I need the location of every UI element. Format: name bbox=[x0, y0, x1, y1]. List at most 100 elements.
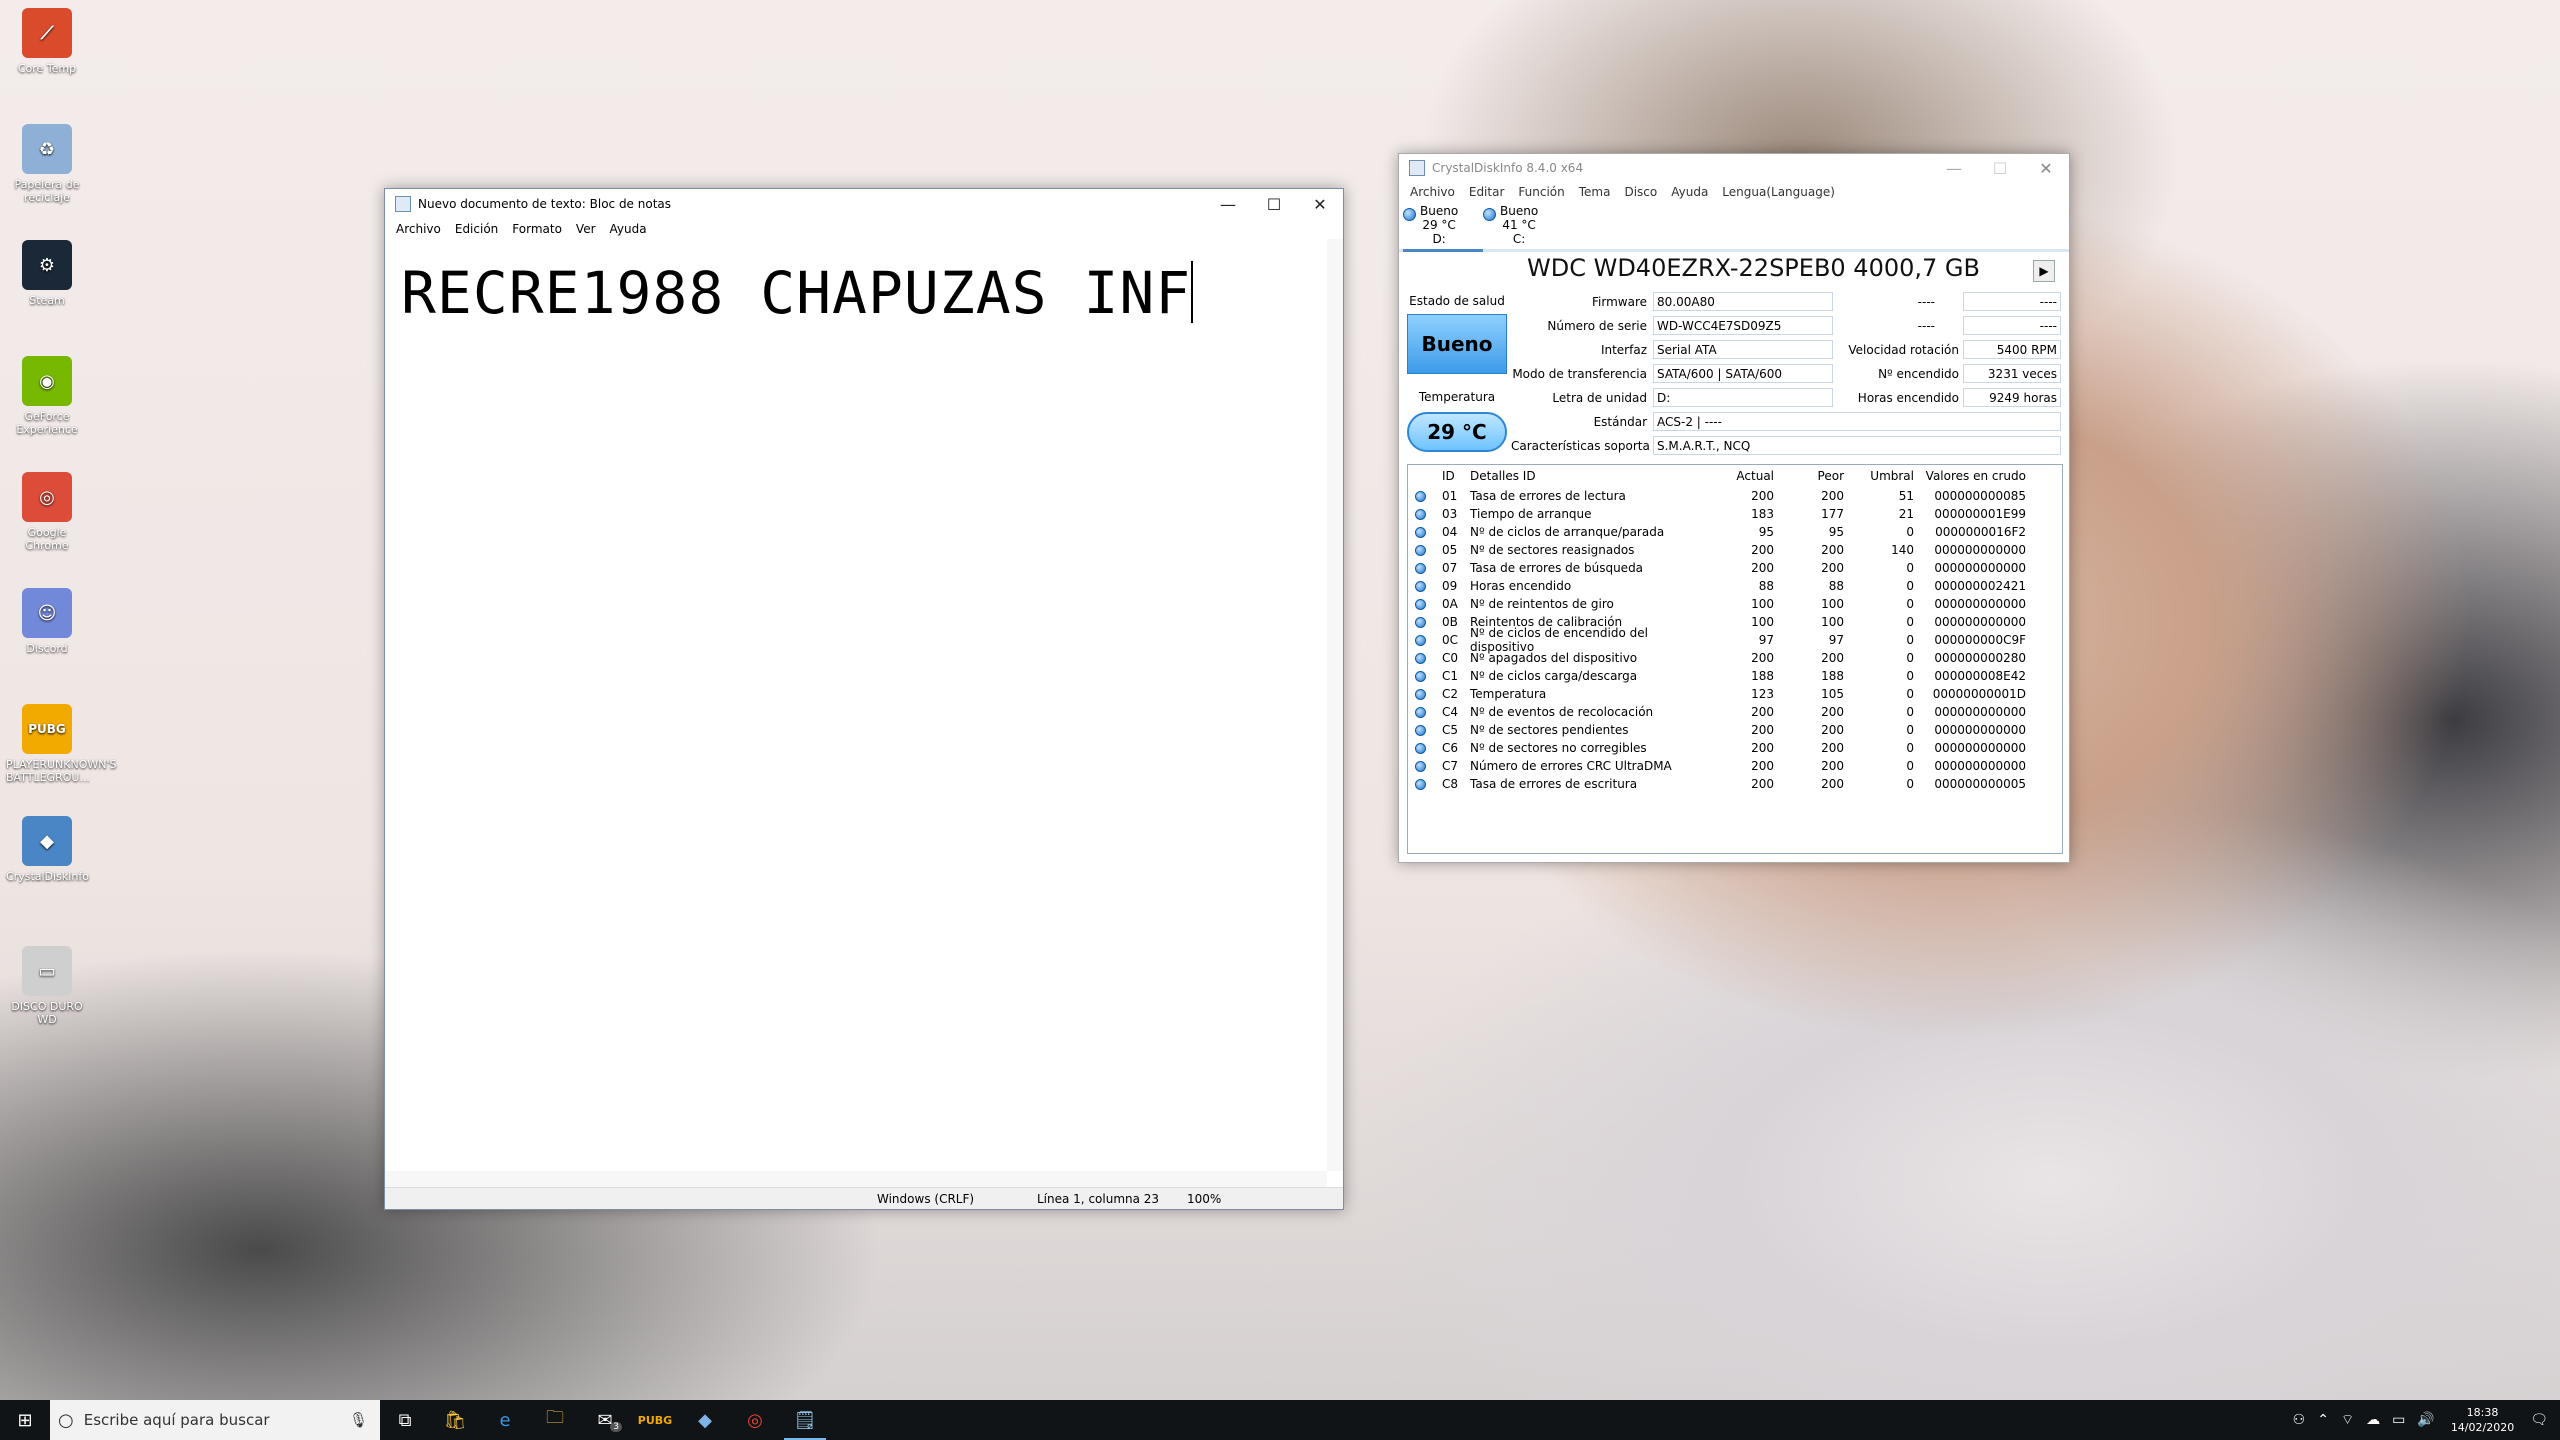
desktop-icon[interactable]: ◎ Google Chrome bbox=[6, 472, 88, 552]
header-current[interactable]: Actual bbox=[1710, 469, 1780, 483]
smart-row[interactable]: C0 Nº apagados del dispositivo 200 200 0 0000… bbox=[1408, 649, 2062, 667]
pubg-taskbar-icon[interactable]: PUBG bbox=[630, 1400, 680, 1440]
cdi-menu-lengua[interactable]: Lengua(Language) bbox=[1715, 185, 1842, 199]
smart-row[interactable]: 09 Horas encendido 88 88 0 000000002421 bbox=[1408, 577, 2062, 595]
cdi-app-icon bbox=[1409, 160, 1425, 176]
header-raw[interactable]: Valores en crudo bbox=[1920, 469, 2040, 483]
cdi-menu-disco[interactable]: Disco bbox=[1617, 185, 1664, 199]
header-worst[interactable]: Peor bbox=[1780, 469, 1850, 483]
desktop-icon[interactable]: ◉ GeForce Experience bbox=[6, 356, 88, 436]
maximize-button[interactable]: ☐ bbox=[1251, 189, 1297, 219]
smart-threshold: 0 bbox=[1906, 705, 1914, 719]
smart-row[interactable]: 03 Tiempo de arranque 183 177 21 000000001E99 bbox=[1408, 505, 2062, 523]
network-icon[interactable]: ⌔ bbox=[2335, 1411, 2360, 1429]
desktop-icon-label: Core Temp bbox=[17, 62, 77, 75]
smart-row[interactable]: 04 Nº de ciclos de arranque/parada 95 95 0 00… bbox=[1408, 523, 2062, 541]
crystaldiskinfo-window: CrystalDiskInfo 8.4.0 x64 — ☐ ✕ Archivo … bbox=[1398, 153, 2070, 863]
header-id[interactable]: ID bbox=[1432, 469, 1462, 483]
smart-row[interactable]: C4 Nº de eventos de recolocación 200 200 0 00… bbox=[1408, 703, 2062, 721]
cdi-maximize-button[interactable]: ☐ bbox=[1977, 153, 2023, 183]
task-view-icon[interactable]: ⧉ bbox=[380, 1400, 430, 1440]
smart-row[interactable]: C8 Tasa de errores de escritura 200 200 0 000… bbox=[1408, 775, 2062, 793]
smart-row[interactable]: 0C Nº de ciclos de encendido del disposit… bbox=[1408, 626, 2062, 654]
notepad-titlebar[interactable]: Nuevo documento de texto: Bloc de notas … bbox=[385, 189, 1343, 219]
cdi-titlebar[interactable]: CrystalDiskInfo 8.4.0 x64 — ☐ ✕ bbox=[1399, 154, 2069, 182]
close-button[interactable]: ✕ bbox=[1297, 189, 1343, 219]
clock[interactable]: 18:38 14/02/2020 bbox=[2441, 1405, 2524, 1435]
smart-row[interactable]: 01 Tasa de errores de lectura 200 200 51 0000… bbox=[1408, 487, 2062, 505]
desktop-icon[interactable]: ▭ DISCO DURO WD bbox=[6, 946, 88, 1026]
edge-icon[interactable]: e bbox=[480, 1400, 530, 1440]
health-status-button[interactable]: Bueno bbox=[1407, 314, 1507, 374]
mail-badge: 3 bbox=[610, 1422, 622, 1432]
cdi-menu-tema[interactable]: Tema bbox=[1572, 185, 1618, 199]
standard-label: Estándar bbox=[1593, 415, 1647, 429]
cdi-menu-ayuda[interactable]: Ayuda bbox=[1664, 185, 1715, 199]
action-center-icon[interactable]: 🗨 bbox=[2524, 1412, 2560, 1428]
crystaldiskinfo-taskbar-icon[interactable]: ◆ bbox=[680, 1400, 730, 1440]
smart-current: 95 bbox=[1758, 525, 1774, 539]
smart-id: 0C bbox=[1442, 633, 1459, 647]
menu-archivo[interactable]: Archivo bbox=[389, 222, 448, 236]
desktop-icon[interactable]: ☺ Discord bbox=[6, 588, 88, 655]
smart-detail: Tasa de errores de escritura bbox=[1470, 777, 1638, 791]
header-details[interactable]: Detalles ID bbox=[1462, 469, 1710, 483]
notepad-taskbar-icon[interactable]: 🗒 bbox=[780, 1400, 830, 1440]
cdi-menu-archivo[interactable]: Archivo bbox=[1403, 185, 1462, 199]
discord-icon: ☺ bbox=[22, 588, 72, 638]
microphone-icon[interactable]: 🎙 bbox=[349, 1411, 380, 1429]
people-icon[interactable]: ⚇ bbox=[2287, 1412, 2312, 1428]
desktop-icon-label: PLAYERUNKNOWN'S BATTLEGROU... bbox=[6, 758, 117, 784]
store-icon[interactable]: 🛍 bbox=[430, 1400, 480, 1440]
smart-row[interactable]: 05 Nº de sectores reasignados 200 200 140 000… bbox=[1408, 541, 2062, 559]
drive-letter-value: D: bbox=[1653, 388, 1833, 407]
menu-edicion[interactable]: Edición bbox=[448, 222, 505, 236]
onedrive-icon[interactable]: ☁ bbox=[2360, 1412, 2386, 1428]
file-explorer-icon[interactable]: 🗀 bbox=[530, 1400, 580, 1440]
smart-row[interactable]: C5 Nº de sectores pendientes 200 200 0 000000… bbox=[1408, 721, 2062, 739]
header-threshold[interactable]: Umbral bbox=[1850, 469, 1920, 483]
smart-row[interactable]: 0A Nº de reintentos de giro 100 100 0 0000000… bbox=[1408, 595, 2062, 613]
smart-row[interactable]: C6 Nº de sectores no corregibles 200 200 0 00… bbox=[1408, 739, 2062, 757]
mail-icon[interactable]: ✉ 3 bbox=[580, 1400, 630, 1440]
drive-tab-c[interactable]: Bueno 41 °C C: bbox=[1483, 202, 1563, 249]
vertical-scrollbar[interactable] bbox=[1327, 239, 1343, 1171]
desktop-icon-label: CrystalDiskInfo bbox=[6, 870, 89, 883]
cdi-menu-funcion[interactable]: Función bbox=[1511, 185, 1571, 199]
smart-detail: Nº de ciclos carga/descarga bbox=[1470, 669, 1638, 683]
smart-detail: Nº de sectores pendientes bbox=[1470, 723, 1629, 737]
menu-ayuda[interactable]: Ayuda bbox=[603, 222, 654, 236]
smart-row[interactable]: C7 Número de errores CRC UltraDMA 200 200 0 0… bbox=[1408, 757, 2062, 775]
smart-threshold: 140 bbox=[1891, 543, 1914, 557]
smart-row[interactable]: C2 Temperatura 123 105 0 00000000001D bbox=[1408, 685, 2062, 703]
start-button[interactable]: ⊞ bbox=[0, 1400, 50, 1440]
smart-threshold: 0 bbox=[1906, 669, 1914, 683]
cdi-close-button[interactable]: ✕ bbox=[2023, 153, 2069, 183]
next-disk-button[interactable]: ▶ bbox=[2033, 260, 2055, 282]
display-icon[interactable]: ▭ bbox=[2386, 1412, 2411, 1428]
desktop-icon-label: Discord bbox=[26, 642, 68, 655]
smart-row[interactable]: 07 Tasa de errores de búsqueda 200 200 0 0000… bbox=[1408, 559, 2062, 577]
desktop-icon[interactable]: ♻ Papelera de reciclaje bbox=[6, 124, 88, 204]
desktop-icon-label: Google Chrome bbox=[25, 526, 69, 552]
cdi-minimize-button[interactable]: — bbox=[1931, 153, 1977, 183]
drive-tab-d[interactable]: Bueno 29 °C D: bbox=[1403, 202, 1483, 252]
cdi-menu-editar[interactable]: Editar bbox=[1462, 185, 1512, 199]
search-box[interactable]: ○ Escribe aquí para buscar 🎙 bbox=[50, 1400, 380, 1440]
chrome-taskbar-icon[interactable]: ◎ bbox=[730, 1400, 780, 1440]
show-hidden-icons-chevron-icon[interactable]: ⌃ bbox=[2311, 1412, 2335, 1428]
minimize-button[interactable]: — bbox=[1205, 189, 1251, 219]
smart-row[interactable]: C1 Nº de ciclos carga/descarga 188 188 0 0000… bbox=[1408, 667, 2062, 685]
desktop-icon[interactable]: PUBG PLAYERUNKNOWN'S BATTLEGROU... bbox=[6, 704, 117, 784]
notepad-text-area[interactable]: RECRE1988 CHAPUZAS INF bbox=[385, 239, 1327, 1171]
desktop-icon[interactable]: ⟋ Core Temp bbox=[6, 8, 88, 75]
volume-icon[interactable]: 🔊 bbox=[2411, 1412, 2440, 1428]
menu-ver[interactable]: Ver bbox=[569, 222, 603, 236]
interface-label: Interfaz bbox=[1600, 343, 1647, 357]
menu-formato[interactable]: Formato bbox=[505, 222, 569, 236]
horizontal-scrollbar[interactable] bbox=[385, 1171, 1327, 1187]
notepad-statusbar: Windows (CRLF) Línea 1, columna 23 100% bbox=[385, 1187, 1343, 1209]
desktop-icon[interactable]: ⚙ Steam bbox=[6, 240, 88, 307]
smart-current: 200 bbox=[1751, 561, 1774, 575]
desktop-icon[interactable]: ◆ CrystalDiskInfo bbox=[6, 816, 89, 883]
